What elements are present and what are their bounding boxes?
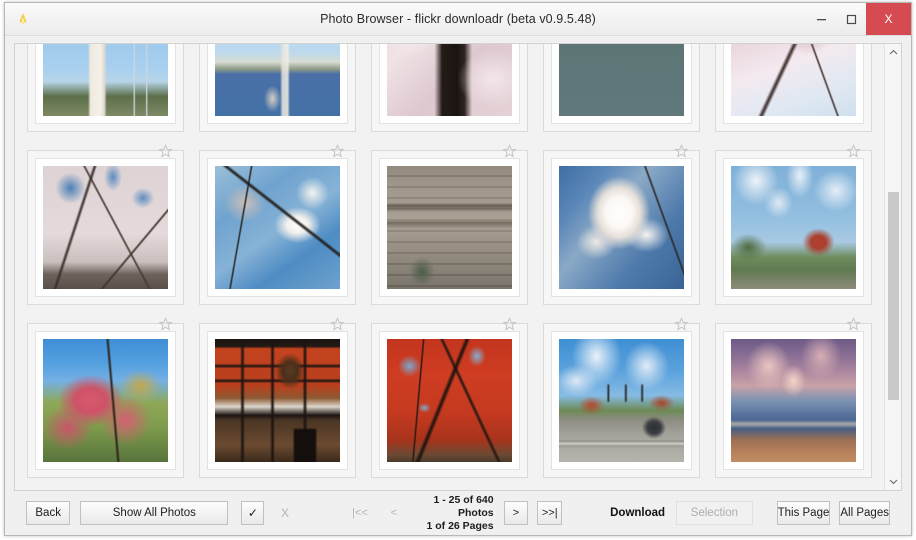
thumbnail-red-maple-tree[interactable] [371, 317, 528, 478]
thumbnail-blossoms-overhead[interactable] [715, 44, 872, 132]
download-selection-button[interactable]: Selection [676, 501, 753, 525]
thumbnail-border [551, 331, 692, 470]
photo-grid [15, 44, 879, 490]
photo-image [559, 166, 684, 289]
photo-image [43, 166, 168, 289]
photo-image [387, 166, 512, 289]
thumbnail-monument-across-tidal-basin[interactable] [199, 44, 356, 132]
photo-image [731, 44, 856, 116]
thumbnail-cherry-blossom-trunk[interactable] [371, 44, 528, 132]
thumbnail-border [723, 331, 864, 470]
star-outline-icon[interactable] [330, 144, 345, 159]
photo-image [215, 44, 340, 116]
window-controls: X [806, 3, 911, 35]
star-outline-icon[interactable] [674, 144, 689, 159]
download-all-pages-button[interactable]: All Pages [839, 501, 891, 525]
photo-image [215, 339, 340, 462]
star-outline-icon[interactable] [846, 144, 861, 159]
grid-row [27, 144, 879, 305]
star-outline-icon[interactable] [846, 317, 861, 332]
chevron-down-icon[interactable] [885, 473, 901, 490]
grid-row [27, 317, 879, 478]
thumbnail-border [35, 44, 176, 124]
application-window: Photo Browser - flickr downloadr (beta v… [4, 2, 912, 536]
photo-image [731, 166, 856, 289]
next-page-button[interactable]: > [503, 501, 529, 525]
gallery-frame [14, 43, 902, 491]
thumbnail-border [207, 158, 348, 297]
star-outline-icon[interactable] [674, 317, 689, 332]
photo-image [559, 44, 684, 116]
minimize-icon[interactable] [806, 3, 836, 35]
download-this-page-button[interactable]: This Page [776, 501, 831, 525]
last-page-button[interactable]: >>| [537, 501, 563, 525]
pagination-info: 1 - 25 of 640 Photos 1 of 26 Pages [415, 494, 493, 533]
close-button[interactable]: X [866, 3, 911, 35]
photo-grid-viewport [15, 44, 884, 490]
photo-image [43, 339, 168, 462]
window-title: Photo Browser - flickr downloadr (beta v… [320, 12, 596, 26]
thumbnail-red-maple-blue-sky[interactable] [27, 317, 184, 478]
title-bar: Photo Browser - flickr downloadr (beta v… [5, 3, 911, 36]
bottom-toolbar: Back Show All Photos ✓ X |<< < 1 - 25 of… [14, 491, 902, 535]
photo-image [387, 44, 512, 116]
thumbnail-border [379, 158, 520, 297]
thumbnail-border [35, 331, 176, 470]
thumbnail-white-blossom-closeup[interactable] [543, 144, 700, 305]
photo-range-label: 1 - 25 of 640 Photos [433, 493, 494, 519]
thumbnail-blossom-branch-blue-sky[interactable] [199, 144, 356, 305]
photo-image [215, 166, 340, 289]
thumbnail-border [551, 158, 692, 297]
thumbnail-border [551, 44, 692, 124]
prev-page-button[interactable]: < [381, 501, 406, 525]
chevron-up-icon[interactable] [885, 44, 901, 61]
photo-image [731, 339, 856, 462]
photo-image [387, 339, 512, 462]
flickr-downloadr-icon [14, 10, 32, 28]
back-button[interactable]: Back [26, 501, 71, 525]
thumbnail-border [207, 44, 348, 124]
client-area: Back Show All Photos ✓ X |<< < 1 - 25 of… [5, 36, 911, 535]
thumbnail-beach-sunset-clouds[interactable] [715, 317, 872, 478]
star-outline-icon[interactable] [158, 317, 173, 332]
photo-image [559, 339, 684, 462]
thumbnail-border [207, 331, 348, 470]
thumbnail-roadside-traffic-lights[interactable] [543, 317, 700, 478]
thumbnail-border [723, 158, 864, 297]
first-page-button[interactable]: |<< [348, 501, 373, 525]
star-outline-icon[interactable] [158, 144, 173, 159]
select-all-button[interactable]: ✓ [241, 501, 265, 525]
thumbnail-window-interior-autumn[interactable] [199, 317, 356, 478]
scrollbar-thumb[interactable] [888, 192, 899, 400]
thumbnail-stone-memorial-inscription[interactable] [371, 144, 528, 305]
download-label: Download [610, 507, 666, 519]
page-range-label: 1 of 26 Pages [426, 519, 494, 532]
thumbnail-border [723, 44, 864, 124]
show-all-photos-button[interactable]: Show All Photos [80, 501, 229, 525]
photo-image [43, 44, 168, 116]
maximize-icon[interactable] [836, 3, 866, 35]
thumbnail-tidal-basin-water[interactable] [543, 44, 700, 132]
deselect-all-button[interactable]: X [273, 501, 296, 525]
star-outline-icon[interactable] [330, 317, 345, 332]
thumbnail-autumn-tree-cloudy-sky[interactable] [715, 144, 872, 305]
thumbnail-border [379, 44, 520, 124]
grid-row [27, 44, 879, 132]
star-outline-icon[interactable] [502, 317, 517, 332]
vertical-scrollbar[interactable] [884, 44, 901, 490]
thumbnail-border [35, 158, 176, 297]
thumbnail-cherry-blossom-canopy[interactable] [27, 144, 184, 305]
star-outline-icon[interactable] [502, 144, 517, 159]
thumbnail-washington-monument-cranes[interactable] [27, 44, 184, 132]
thumbnail-border [379, 331, 520, 470]
